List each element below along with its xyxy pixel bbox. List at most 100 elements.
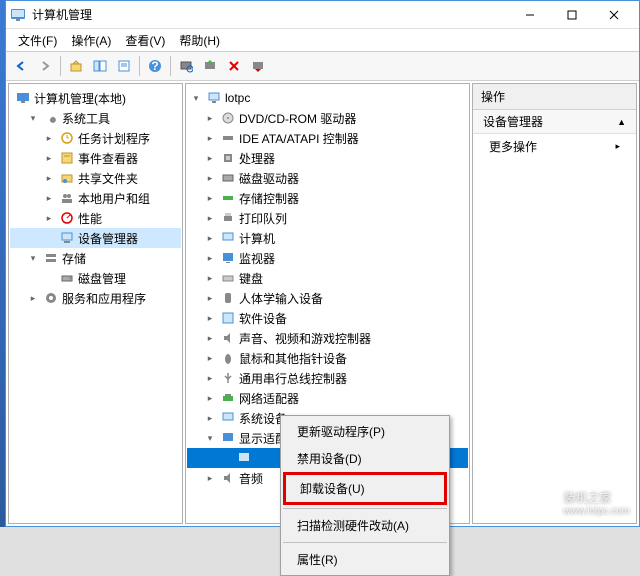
forward-button[interactable]: [34, 55, 56, 77]
device-software[interactable]: ▸软件设备: [187, 308, 468, 328]
chevron-right-icon[interactable]: ▸: [203, 311, 217, 325]
uninstall-button[interactable]: [223, 55, 245, 77]
device-ide[interactable]: ▸IDE ATA/ATAPI 控制器: [187, 128, 468, 148]
chevron-right-icon[interactable]: ▸: [203, 171, 217, 185]
chevron-right-icon[interactable]: ▸: [203, 471, 217, 485]
chevron-right-icon[interactable]: ▸: [42, 131, 56, 145]
nav-root[interactable]: 计算机管理(本地): [10, 88, 181, 108]
scan-hardware-button[interactable]: [175, 55, 197, 77]
app-icon: [10, 7, 26, 23]
device-root[interactable]: ▾ lotpc: [187, 88, 468, 108]
chevron-right-icon[interactable]: ▸: [203, 291, 217, 305]
close-button[interactable]: [593, 2, 635, 28]
device-usb[interactable]: ▸通用串行总线控制器: [187, 368, 468, 388]
device-disk-drives[interactable]: ▸磁盘驱动器: [187, 168, 468, 188]
ctx-uninstall-device[interactable]: 卸载设备(U): [283, 472, 447, 505]
network-icon: [220, 390, 236, 406]
actions-section-device-manager[interactable]: 设备管理器 ▲: [473, 110, 636, 134]
device-computer[interactable]: ▸计算机: [187, 228, 468, 248]
nav-device-manager[interactable]: 设备管理器: [10, 228, 181, 248]
chevron-right-icon[interactable]: ▸: [203, 151, 217, 165]
back-button[interactable]: [10, 55, 32, 77]
hid-icon: [220, 290, 236, 306]
computer-icon: [206, 90, 222, 106]
sound-icon: [220, 330, 236, 346]
chevron-right-icon[interactable]: ▸: [26, 291, 40, 305]
ctx-update-driver[interactable]: 更新驱动程序(P): [283, 418, 447, 445]
chevron-right-icon[interactable]: ▸: [203, 211, 217, 225]
device-cpu[interactable]: ▸处理器: [187, 148, 468, 168]
update-driver-button[interactable]: [199, 55, 221, 77]
ctx-disable-device[interactable]: 禁用设备(D): [283, 445, 447, 472]
nav-performance[interactable]: ▸ 性能: [10, 208, 181, 228]
chevron-right-icon[interactable]: ▸: [203, 371, 217, 385]
device-print-queues[interactable]: ▸打印队列: [187, 208, 468, 228]
chevron-right-icon[interactable]: ▸: [203, 251, 217, 265]
menu-help[interactable]: 帮助(H): [173, 30, 226, 51]
actions-more[interactable]: 更多操作 ▸: [473, 134, 636, 159]
minimize-button[interactable]: [509, 2, 551, 28]
help-button[interactable]: ?: [144, 55, 166, 77]
storage-ctrl-icon: [220, 190, 236, 206]
chevron-down-icon[interactable]: ▾: [203, 431, 217, 445]
nav-shared-folders[interactable]: ▸ 共享文件夹: [10, 168, 181, 188]
device-dvd[interactable]: ▸DVD/CD-ROM 驱动器: [187, 108, 468, 128]
dvd-icon: [220, 110, 236, 126]
properties-button[interactable]: [113, 55, 135, 77]
device-mouse[interactable]: ▸鼠标和其他指针设备: [187, 348, 468, 368]
software-icon: [220, 310, 236, 326]
chevron-right-icon[interactable]: ▸: [203, 391, 217, 405]
menubar: 文件(F) 操作(A) 查看(V) 帮助(H): [6, 29, 639, 51]
chevron-right-icon[interactable]: ▸: [42, 151, 56, 165]
device-keyboard[interactable]: ▸键盘: [187, 268, 468, 288]
printer-icon: [220, 210, 236, 226]
navigation-tree-panel: 计算机管理(本地) ▾ 系统工具 ▸ 任务计划程序 ▸ 事件查看器: [8, 83, 183, 524]
device-network[interactable]: ▸网络适配器: [187, 388, 468, 408]
show-hide-tree-button[interactable]: [89, 55, 111, 77]
ctx-scan-hardware[interactable]: 扫描检测硬件改动(A): [283, 512, 447, 539]
menu-view[interactable]: 查看(V): [119, 30, 171, 51]
device-hid[interactable]: ▸人体学输入设备: [187, 288, 468, 308]
menu-file[interactable]: 文件(F): [12, 30, 63, 51]
event-log-icon: [59, 150, 75, 166]
shared-folder-icon: [59, 170, 75, 186]
chevron-right-icon[interactable]: ▸: [203, 351, 217, 365]
device-sound[interactable]: ▸声音、视频和游戏控制器: [187, 328, 468, 348]
chevron-right-icon: ▸: [615, 141, 620, 152]
chevron-down-icon[interactable]: ▾: [26, 111, 40, 125]
nav-event-viewer[interactable]: ▸ 事件查看器: [10, 148, 181, 168]
chevron-right-icon[interactable]: ▸: [42, 211, 56, 225]
chevron-right-icon[interactable]: ▸: [203, 411, 217, 425]
nav-task-scheduler[interactable]: ▸ 任务计划程序: [10, 128, 181, 148]
chevron-down-icon[interactable]: ▾: [26, 251, 40, 265]
nav-system-tools[interactable]: ▾ 系统工具: [10, 108, 181, 128]
nav-services-apps[interactable]: ▸ 服务和应用程序: [10, 288, 181, 308]
nav-disk-management[interactable]: 磁盘管理: [10, 268, 181, 288]
nav-local-users[interactable]: ▸ 本地用户和组: [10, 188, 181, 208]
actions-panel: 操作 设备管理器 ▲ 更多操作 ▸: [472, 83, 637, 524]
chevron-right-icon[interactable]: ▸: [203, 231, 217, 245]
device-storage-ctrl[interactable]: ▸存储控制器: [187, 188, 468, 208]
svg-text:?: ?: [151, 59, 158, 73]
disable-button[interactable]: [247, 55, 269, 77]
chevron-right-icon[interactable]: ▸: [203, 191, 217, 205]
toolbar: ?: [6, 51, 639, 81]
disk-drive-icon: [220, 170, 236, 186]
chevron-right-icon[interactable]: ▸: [42, 191, 56, 205]
maximize-button[interactable]: [551, 2, 593, 28]
disk-icon: [59, 270, 75, 286]
device-monitor[interactable]: ▸监视器: [187, 248, 468, 268]
clock-icon: [59, 130, 75, 146]
ctx-properties[interactable]: 属性(R): [283, 546, 447, 573]
chevron-down-icon[interactable]: ▾: [189, 91, 203, 105]
chevron-right-icon[interactable]: ▸: [203, 131, 217, 145]
gpu-icon: [236, 450, 252, 466]
chevron-right-icon[interactable]: ▸: [203, 271, 217, 285]
chevron-right-icon[interactable]: ▸: [203, 331, 217, 345]
menu-action[interactable]: 操作(A): [65, 30, 117, 51]
up-button[interactable]: [65, 55, 87, 77]
nav-storage[interactable]: ▾ 存储: [10, 248, 181, 268]
usb-icon: [220, 370, 236, 386]
chevron-right-icon[interactable]: ▸: [42, 171, 56, 185]
chevron-right-icon[interactable]: ▸: [203, 111, 217, 125]
